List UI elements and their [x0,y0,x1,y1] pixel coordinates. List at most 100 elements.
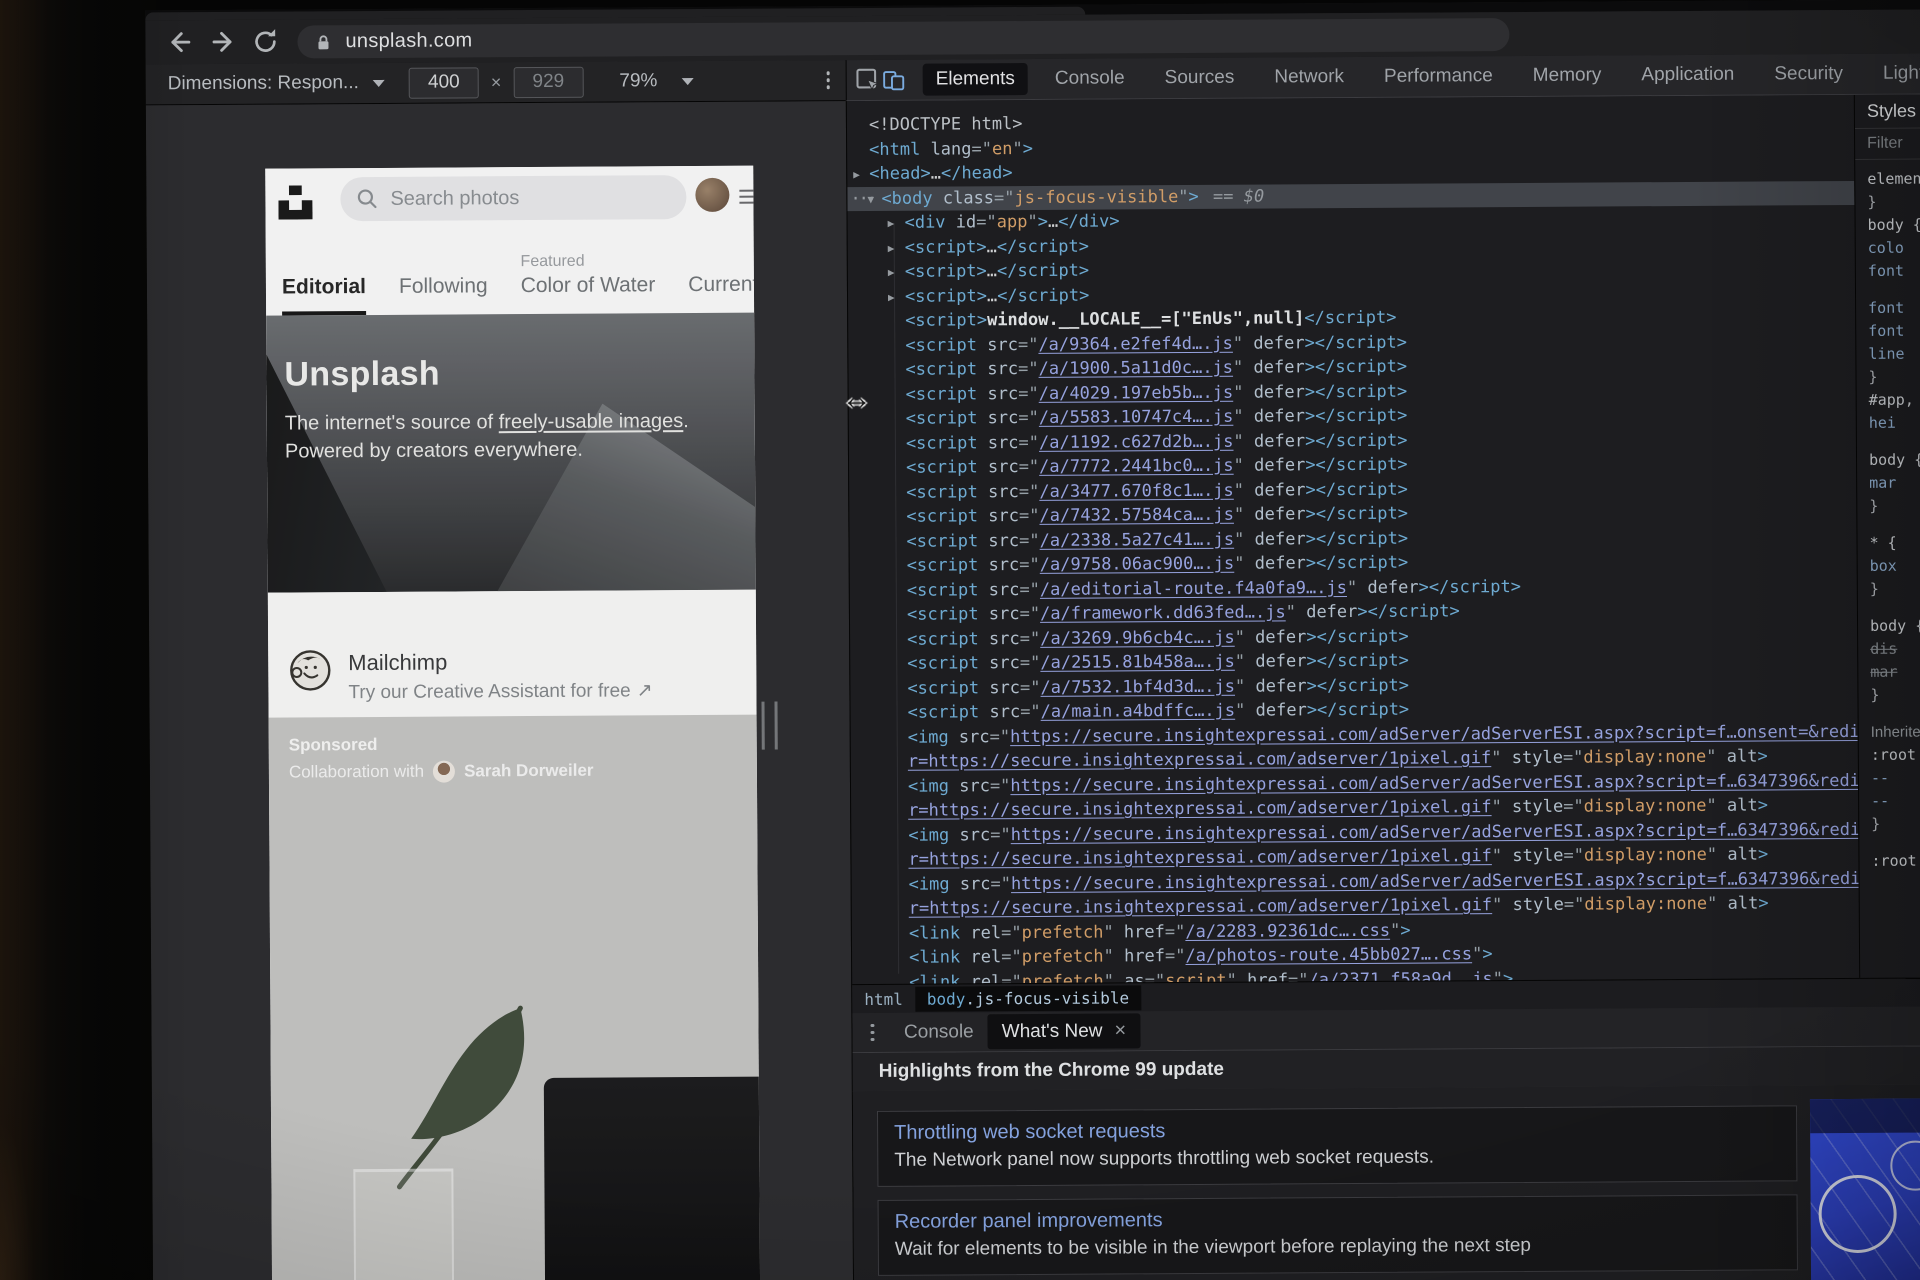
page-tab-bar: Editorial Following Featured Color of Water… [266,247,760,316]
user-avatar[interactable] [695,177,730,213]
devtools-tab-memory[interactable]: Memory [1520,59,1615,92]
devtools-tab-elements[interactable]: Elements [922,62,1028,96]
drawer-more-icon[interactable] [870,1023,875,1042]
styles-row: Inherite [1870,723,1920,741]
viewport-resize-handle[interactable] [761,701,778,750]
devtools-tab-console[interactable]: Console [1042,62,1138,95]
back-button[interactable] [161,24,197,60]
plant-leaf-photo [370,980,571,1196]
mailchimp-logo-icon [290,650,331,691]
tab-label: Following [398,274,488,298]
dimensions-times: × [490,71,502,92]
card-title-link[interactable]: Throttling web socket requests [894,1116,1780,1144]
breadcrumb-item-html[interactable]: html [852,986,915,1011]
unsplash-logo-icon[interactable] [278,185,313,220]
expand-arrow-icon[interactable]: ▶ [888,285,895,310]
whats-new-card: Throttling web socket requests The Networ… [876,1105,1798,1187]
styles-gap [1869,517,1920,531]
expand-arrow-icon[interactable]: ▶ [853,163,860,188]
drawer-tab-console[interactable]: Console [890,1015,988,1050]
close-icon[interactable]: × [1114,1019,1126,1042]
tab-label: Editorial [281,275,367,299]
viewport-height-input[interactable] [513,66,584,98]
styles-row: dis [1870,639,1898,658]
mouse-resize-cursor: ↔ [841,381,872,416]
page-tab-editorial[interactable]: Editorial [281,275,367,316]
sponsored-label: Sponsored [288,734,378,755]
styles-row: colo [1867,238,1904,257]
devtools-tab-sources[interactable]: Sources [1152,62,1248,95]
devtools-tab-network[interactable]: Network [1261,61,1357,94]
dimensions-dropdown-label[interactable]: Dimensions: Respon... [168,72,359,95]
styles-row: body { [1867,215,1920,234]
styles-row: :root [1871,851,1917,870]
collaboration-row: Collaboration with Sarah Dorweiler [289,760,594,784]
url-text: unsplash.com [345,29,473,53]
mailchimp-ad[interactable]: Mailchimp Try our Creative Assistant for… [267,589,757,718]
search-input[interactable]: Search photos [340,175,687,222]
collaborator-avatar[interactable] [432,760,456,783]
expand-arrow-icon[interactable]: ▶ [888,261,895,286]
page-tab-following[interactable]: Following [399,274,488,315]
styles-row: line [1868,344,1905,363]
styles-filter-input[interactable]: Filter [1855,128,1920,160]
tab-styles[interactable]: Styles [1854,94,1920,129]
devtools-toolbar: Elements Console Sources Network Performance… [845,53,1920,102]
ad-tagline[interactable]: Try our Creative Assistant for free ↗ [348,679,652,704]
styles-row: elemen [1867,169,1920,188]
unsplash-page: Search photos Editorial Following Featured… [265,165,761,1280]
elements-tree[interactable]: <!DOCTYPE html> <html lang="en"> ▶ <head>…<… [847,95,1859,984]
styles-row: } [1868,367,1878,386]
devtools-tab-performance[interactable]: Performance [1371,60,1506,93]
ad-brand: Mailchimp [348,649,448,676]
styles-gap [1868,282,1920,296]
styles-gap [1871,835,1920,849]
expand-arrow-icon[interactable]: ▶ [887,212,895,237]
breadcrumb-tag: html [864,989,903,1009]
styles-row: #app, [1868,390,1914,409]
laptop-product-photo: MacBook Pro [543,1076,761,1280]
expand-arrow-icon[interactable]: ▶ [888,236,895,261]
devtools-tab-lighthouse[interactable]: Lighthouse [1870,57,1920,90]
viewport-width-input[interactable] [408,66,479,99]
freely-usable-images-link[interactable]: freely-usable images [499,410,684,433]
devtools-tab-security[interactable]: Security [1761,58,1856,91]
chevron-down-icon[interactable] [372,79,385,87]
forward-button[interactable] [205,24,241,60]
inspect-element-button[interactable] [855,65,881,95]
whats-new-body: Throttling web socket requests The Networ… [852,1084,1920,1280]
whats-new-card: Recorder panel improvements Wait for elem… [877,1194,1798,1276]
laptop-screen: unsplash.com Dimensions: Respon... × 79% [145,0,1920,1280]
menu-icon[interactable] [739,189,756,208]
search-icon [357,189,377,209]
reload-button[interactable] [247,24,283,60]
device-toolbar: Dimensions: Respon... × 79% [145,60,846,106]
card-description: Wait for elements to be visible in the v… [894,1234,1532,1260]
zoom-select[interactable]: 79% [619,70,694,92]
page-tab-current-ev[interactable]: Current Ev [688,272,760,313]
hero-tagline-line2: Powered by creators everywhere. [284,438,583,463]
breadcrumb-tag: body [926,988,966,1009]
device-toolbar-more-icon[interactable] [826,71,830,89]
drawer-tab-whats-new[interactable]: What's New × [987,1013,1141,1050]
artwork-circle [1890,1140,1920,1191]
toggle-device-toolbar-button[interactable] [881,65,907,95]
styles-row: -- [1870,768,1890,787]
responsive-viewport: Search photos Editorial Following Featured… [145,101,854,1280]
ad-tagline-text: Try our Creative Assistant for free [348,680,631,704]
lock-icon [318,34,329,49]
styles-rules: elemen} body {colo font font font line} #app, h… [1855,159,1920,872]
collaborator-name[interactable]: Sarah Dorweiler [464,761,594,782]
breadcrumb-item-body[interactable]: body.js-focus-visible [914,984,1142,1012]
expand-arrow-icon[interactable]: ▼ [867,187,874,212]
artwork-circle [1818,1174,1897,1254]
address-bar[interactable]: unsplash.com [297,18,1510,59]
whats-new-cards: Throttling web socket requests The Networ… [876,1105,1798,1280]
styles-row: mar [1869,473,1897,492]
styles-sidebar: Styles Filter elemen} body {colo font font f… [1853,94,1920,978]
unsplash-header: Search photos Editorial Following Featured… [265,165,760,317]
page-tab-color-of-water[interactable]: Featured Color of Water [520,252,655,314]
card-title-link[interactable]: Recorder panel improvements [895,1205,1781,1233]
devtools-tab-application[interactable]: Application [1628,59,1747,92]
tab-label: Color of Water [520,273,656,298]
